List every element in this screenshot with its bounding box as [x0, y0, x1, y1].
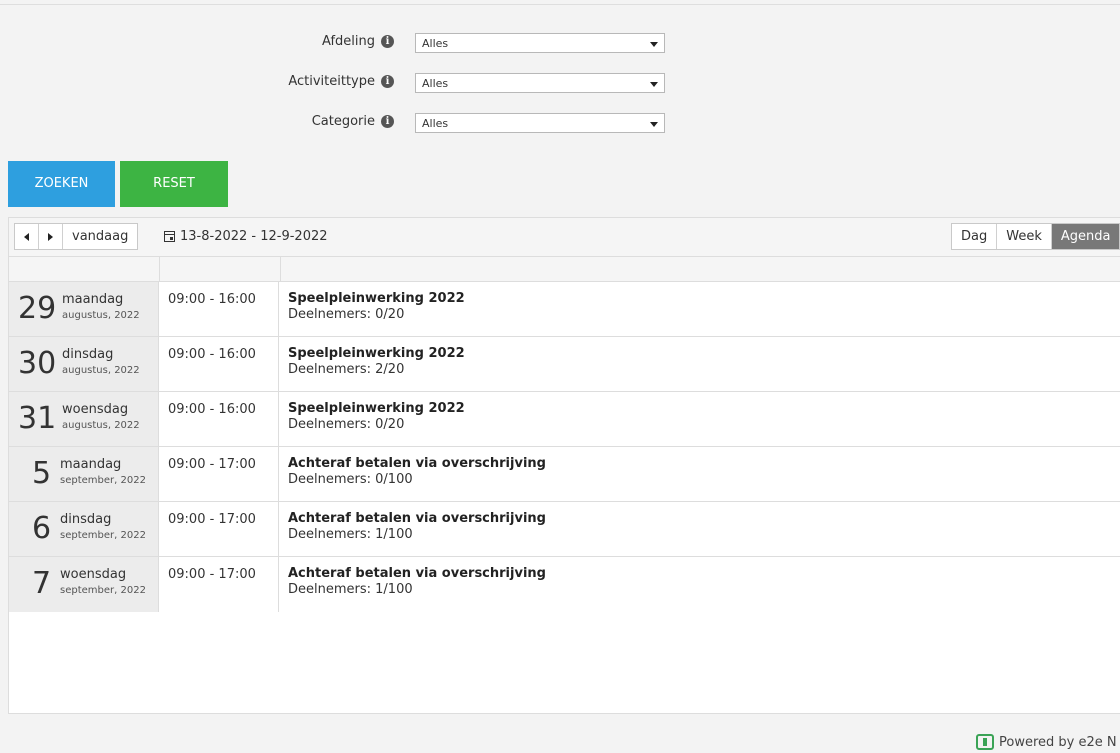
view-day-button[interactable]: Dag — [952, 224, 998, 249]
agenda-row[interactable]: 5 maandag september, 2022 09:00 - 17:00 … — [9, 447, 1120, 502]
e2e-logo-icon — [976, 734, 994, 750]
weekday: woensdag — [60, 567, 127, 582]
agenda-list: 29 maandag augustus, 2022 09:00 - 16:00 … — [9, 257, 1120, 612]
event-title[interactable]: Achteraf betalen via overschrijving — [288, 566, 1120, 581]
event-cell[interactable]: Achteraf betalen via overschrijving Deel… — [279, 447, 1120, 501]
day-cell: 5 maandag september, 2022 — [9, 447, 159, 501]
view-switcher: Dag Week Agenda — [951, 223, 1120, 250]
agenda-row[interactable]: 31 woensdag augustus, 2022 09:00 - 16:00… — [9, 392, 1120, 447]
agenda-header — [9, 257, 1120, 282]
weekday: maandag — [62, 292, 124, 307]
weekday: dinsdag — [62, 347, 114, 362]
next-button[interactable] — [39, 224, 63, 249]
calendar-nav: vandaag — [14, 223, 139, 250]
day-number: 7 — [32, 566, 52, 601]
event-cell[interactable]: Speelpleinwerking 2022 Deelnemers: 2/20 — [279, 337, 1120, 391]
filter-afdeling: Afdeling i Alles — [0, 32, 1120, 56]
event-time: 09:00 - 17:00 — [159, 502, 279, 556]
event-participants: Deelnemers: 0/100 — [288, 472, 413, 487]
chevron-down-icon — [650, 82, 658, 87]
calendar-toolbar: vandaag 13-8-2022 - 12-9-2022 Dag Week A… — [9, 218, 1120, 257]
month-year: augustus, 2022 — [62, 310, 140, 321]
event-time: 09:00 - 16:00 — [159, 337, 279, 391]
day-number: 6 — [32, 511, 52, 546]
weekday: maandag — [60, 457, 122, 472]
day-cell: 31 woensdag augustus, 2022 — [9, 392, 159, 446]
afdeling-select[interactable]: Alles — [415, 33, 665, 53]
today-button[interactable]: vandaag — [63, 224, 137, 249]
day-number: 5 — [32, 456, 52, 491]
top-divider — [0, 4, 1120, 5]
info-icon[interactable]: i — [381, 115, 394, 128]
event-time: 09:00 - 17:00 — [159, 557, 279, 612]
day-cell: 30 dinsdag augustus, 2022 — [9, 337, 159, 391]
prev-button[interactable] — [15, 224, 39, 249]
day-cell: 29 maandag augustus, 2022 — [9, 282, 159, 336]
filter-label: Activiteittype i — [288, 74, 394, 89]
event-title[interactable]: Speelpleinwerking 2022 — [288, 291, 1120, 306]
filter-categorie: Categorie i Alles — [0, 112, 1120, 136]
event-title[interactable]: Achteraf betalen via overschrijving — [288, 456, 1120, 471]
categorie-select[interactable]: Alles — [415, 113, 665, 133]
month-year: augustus, 2022 — [62, 365, 140, 376]
weekday: woensdag — [62, 402, 129, 417]
event-participants: Deelnemers: 2/20 — [288, 362, 405, 377]
view-agenda-button[interactable]: Agenda — [1051, 224, 1120, 249]
event-participants: Deelnemers: 1/100 — [288, 582, 413, 597]
agenda-row[interactable]: 6 dinsdag september, 2022 09:00 - 17:00 … — [9, 502, 1120, 557]
event-title[interactable]: Achteraf betalen via overschrijving — [288, 511, 1120, 526]
filter-activiteittype: Activiteittype i Alles — [0, 72, 1120, 96]
calendar-panel: vandaag 13-8-2022 - 12-9-2022 Dag Week A… — [8, 217, 1120, 714]
info-icon[interactable]: i — [381, 75, 394, 88]
chevron-left-icon — [24, 232, 29, 241]
powered-by[interactable]: Powered by e2e N — [976, 734, 1117, 750]
filter-label: Afdeling i — [322, 34, 394, 49]
filter-label: Categorie i — [312, 114, 394, 129]
agenda-row[interactable]: 7 woensdag september, 2022 09:00 - 17:00… — [9, 557, 1120, 612]
event-title[interactable]: Speelpleinwerking 2022 — [288, 346, 1120, 361]
month-year: september, 2022 — [60, 585, 146, 596]
event-time: 09:00 - 16:00 — [159, 282, 279, 336]
day-number: 30 — [18, 346, 57, 381]
day-number: 31 — [18, 401, 57, 436]
event-cell[interactable]: Speelpleinwerking 2022 Deelnemers: 0/20 — [279, 282, 1120, 336]
chevron-down-icon — [650, 42, 658, 47]
info-icon[interactable]: i — [381, 35, 394, 48]
date-range: 13-8-2022 - 12-9-2022 — [164, 229, 328, 244]
event-cell[interactable]: Speelpleinwerking 2022 Deelnemers: 0/20 — [279, 392, 1120, 446]
month-year: september, 2022 — [60, 530, 146, 541]
event-cell[interactable]: Achteraf betalen via overschrijving Deel… — [279, 557, 1120, 612]
chevron-down-icon — [650, 122, 658, 127]
event-cell[interactable]: Achteraf betalen via overschrijving Deel… — [279, 502, 1120, 556]
month-year: augustus, 2022 — [62, 420, 140, 431]
day-cell: 6 dinsdag september, 2022 — [9, 502, 159, 556]
agenda-row[interactable]: 30 dinsdag augustus, 2022 09:00 - 16:00 … — [9, 337, 1120, 392]
event-title[interactable]: Speelpleinwerking 2022 — [288, 401, 1120, 416]
event-participants: Deelnemers: 0/20 — [288, 307, 405, 322]
event-participants: Deelnemers: 1/100 — [288, 527, 413, 542]
day-number: 29 — [18, 291, 57, 326]
day-cell: 7 woensdag september, 2022 — [9, 557, 159, 612]
month-year: september, 2022 — [60, 475, 146, 486]
activiteittype-select[interactable]: Alles — [415, 73, 665, 93]
weekday: dinsdag — [60, 512, 112, 527]
search-button[interactable]: ZOEKEN — [8, 161, 115, 207]
event-time: 09:00 - 17:00 — [159, 447, 279, 501]
reset-button[interactable]: RESET — [120, 161, 228, 207]
event-participants: Deelnemers: 0/20 — [288, 417, 405, 432]
calendar-icon — [164, 231, 175, 242]
event-time: 09:00 - 16:00 — [159, 392, 279, 446]
view-week-button[interactable]: Week — [997, 224, 1052, 249]
agenda-row[interactable]: 29 maandag augustus, 2022 09:00 - 16:00 … — [9, 282, 1120, 337]
chevron-right-icon — [48, 232, 53, 241]
